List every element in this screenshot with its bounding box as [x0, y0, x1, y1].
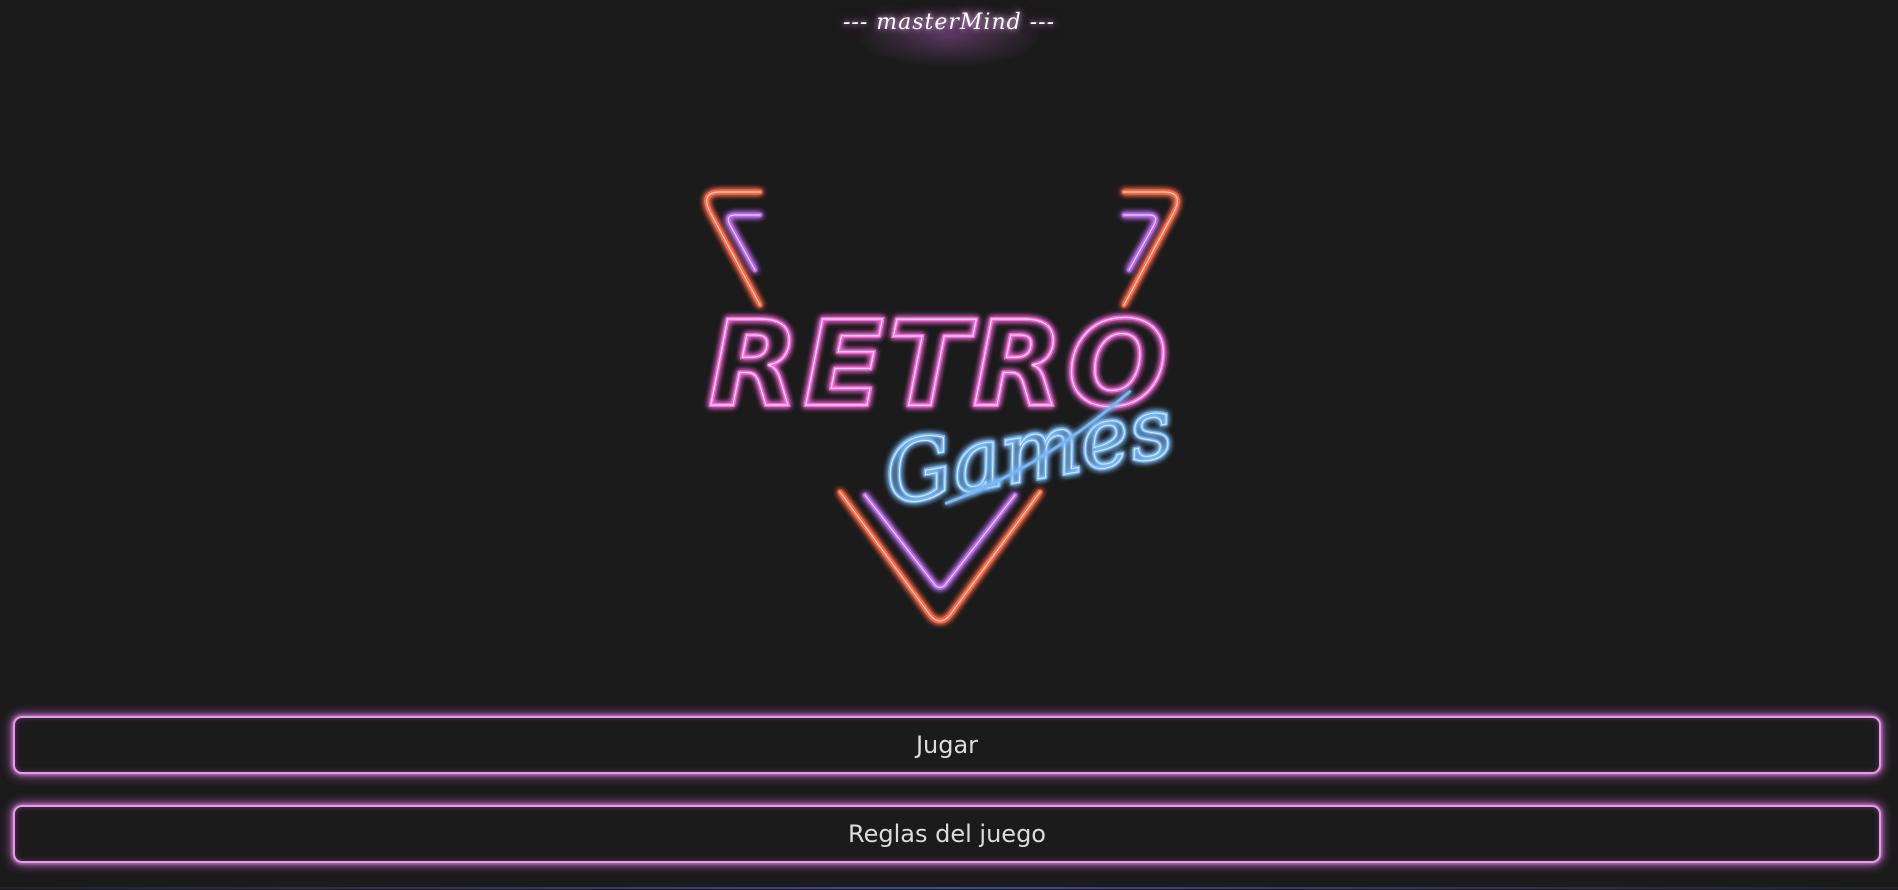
left-chevron-inner — [725, 212, 763, 273]
play-button[interactable]: Jugar — [13, 716, 1881, 774]
retro-games-logo: RETRO RETRO Games Games — [640, 170, 1240, 640]
right-chevron-outer — [1121, 189, 1180, 308]
header: --- masterMind --- — [0, 6, 1898, 66]
left-chevron-outer — [704, 189, 763, 308]
bottom-divider — [0, 887, 1898, 889]
rules-button[interactable]: Reglas del juego — [13, 805, 1881, 863]
app-title: --- masterMind --- — [842, 10, 1056, 35]
logo-svg: RETRO RETRO Games Games — [704, 189, 1181, 624]
right-chevron-inner — [1121, 212, 1159, 273]
